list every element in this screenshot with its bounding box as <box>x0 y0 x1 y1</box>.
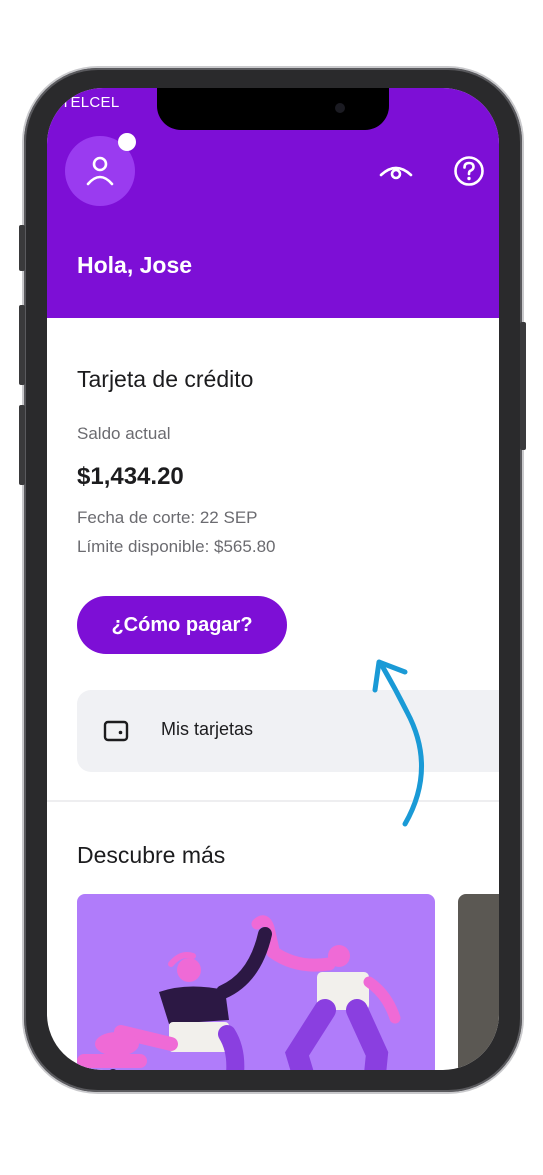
credit-card-title: Tarjeta de crédito <box>77 366 254 392</box>
available-limit: Límite disponible: $565.80 <box>77 537 276 556</box>
greeting-text: Hola, Jose <box>77 252 193 278</box>
user-icon <box>86 156 114 186</box>
mute-switch <box>19 225 25 271</box>
high-five-illustration <box>77 915 401 1070</box>
my-cards-label: Mis tarjetas <box>161 719 254 739</box>
carrier-label: TELCEL <box>61 94 120 111</box>
app-screen: TELCEL Hola, Jose Tarjeta de crédito Sal… <box>47 88 499 1070</box>
promo-card[interactable] <box>77 894 435 1070</box>
help-icon[interactable] <box>453 155 485 187</box>
eye-icon[interactable] <box>379 158 413 182</box>
discover-title: Descubre más <box>77 842 226 868</box>
card-icon <box>103 720 129 742</box>
notch <box>157 88 389 130</box>
volume-up-button <box>19 305 25 385</box>
notification-dot <box>118 133 136 151</box>
cut-date: Fecha de corte: 22 SEP <box>77 508 258 527</box>
how-to-pay-button[interactable]: ¿Cómo pagar? <box>77 596 287 654</box>
volume-down-button <box>19 405 25 485</box>
balance-label: Saldo actual <box>77 424 171 443</box>
balance-amount: $1,434.20 <box>77 463 184 490</box>
annotation-arrow <box>372 659 424 827</box>
power-button <box>520 322 526 450</box>
promo-card-next[interactable] <box>458 894 499 1070</box>
